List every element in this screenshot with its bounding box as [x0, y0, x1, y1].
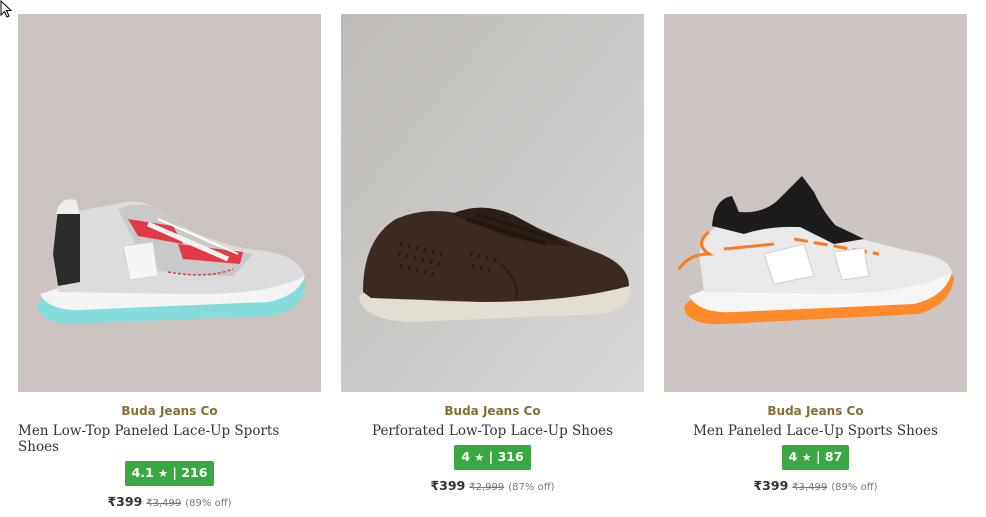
rating-count: 316 — [497, 449, 524, 464]
rating-badge: 4 ★ | 87 — [781, 445, 850, 470]
star-icon: ★ — [801, 451, 812, 464]
rating-value: 4 — [461, 449, 471, 464]
product-name: Men Paneled Lace-Up Sports Shoes — [693, 423, 938, 439]
discount-label: (87% off) — [508, 482, 555, 493]
price-row: ₹399 ₹2,999 (87% off) — [430, 478, 554, 493]
rating-separator: | — [815, 449, 821, 464]
rating-badge: 4 ★ | 316 — [454, 445, 531, 470]
rating-count: 87 — [824, 449, 843, 464]
product-name: Men Low-Top Paneled Lace-Up Sports Shoes — [18, 423, 280, 455]
sneaker-image-icon — [18, 14, 321, 392]
product-image[interactable] — [664, 14, 967, 392]
rating-value: 4.1 — [131, 465, 154, 480]
sneaker-image-icon — [341, 14, 644, 392]
rating-separator: | — [488, 449, 494, 464]
selling-price: ₹399 — [753, 478, 789, 493]
discount-label: (89% off) — [185, 498, 232, 509]
brand-name: Buda Jeans Co — [444, 404, 541, 418]
discount-label: (89% off) — [831, 482, 878, 493]
product-card[interactable]: Buda Jeans Co Men Low-Top Paneled Lace-U… — [18, 14, 321, 509]
sneaker-image-icon — [664, 14, 967, 392]
original-price: ₹3,499 — [792, 482, 828, 493]
price-row: ₹399 ₹3,499 (89% off) — [753, 478, 877, 493]
product-image[interactable] — [18, 14, 321, 392]
brand-name: Buda Jeans Co — [121, 404, 218, 418]
brand-name: Buda Jeans Co — [767, 404, 864, 418]
star-icon: ★ — [474, 451, 485, 464]
star-icon: ★ — [158, 467, 168, 480]
product-card[interactable]: Buda Jeans Co Perforated Low-Top Lace-Up… — [341, 14, 644, 509]
original-price: ₹3,499 — [146, 498, 182, 509]
rating-value: 4 — [788, 449, 798, 464]
rating-badge: 4.1 ★ | 216 — [124, 461, 215, 486]
product-image[interactable] — [341, 14, 644, 392]
rating-count: 216 — [181, 465, 208, 480]
selling-price: ₹399 — [430, 478, 466, 493]
product-name: Perforated Low-Top Lace-Up Shoes — [371, 423, 614, 439]
selling-price: ₹399 — [107, 494, 143, 509]
mouse-cursor-icon — [0, 0, 13, 18]
product-grid: Buda Jeans Co Men Low-Top Paneled Lace-U… — [18, 14, 967, 509]
price-row: ₹399 ₹3,499 (89% off) — [107, 494, 231, 509]
product-card[interactable]: Buda Jeans Co Men Paneled Lace-Up Sports… — [664, 14, 967, 509]
rating-separator: | — [172, 465, 177, 480]
original-price: ₹2,999 — [469, 482, 505, 493]
